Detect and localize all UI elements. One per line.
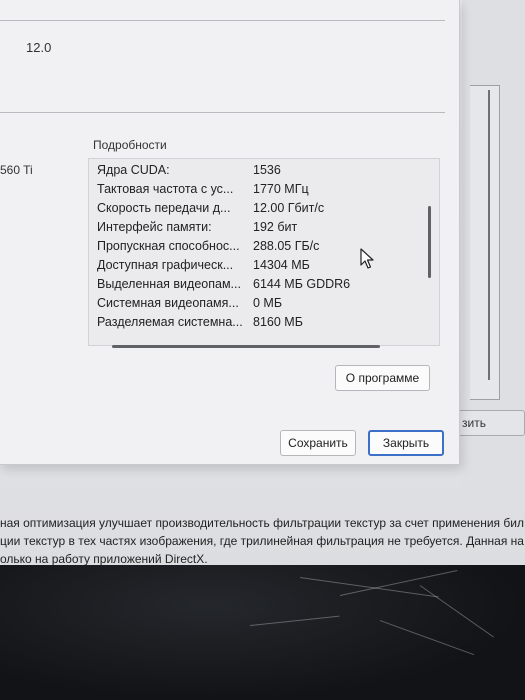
apply-button[interactable]: зить	[455, 410, 525, 436]
description-line: ции текстур в тех частях изображения, гд…	[0, 534, 524, 548]
details-label: Пропускная способнос...	[97, 239, 240, 253]
details-value: 0 МБ	[253, 296, 283, 310]
details-list[interactable]: Ядра CUDA: 1536 Тактовая частота с ус...…	[88, 158, 440, 346]
close-button[interactable]: Закрыть	[368, 430, 444, 456]
feature-description: ная оптимизация улучшает производительно…	[0, 514, 525, 568]
details-value: 1770 МГц	[253, 182, 309, 196]
details-horizontal-scrollbar[interactable]	[112, 345, 380, 348]
details-value: 288.05 ГБ/с	[253, 239, 320, 253]
about-button[interactable]: О программе	[335, 365, 430, 391]
details-value: 6144 МБ GDDR6	[253, 277, 351, 291]
details-label: Доступная графическ...	[97, 258, 234, 272]
reflection-streak	[299, 577, 439, 598]
details-header: Подробности	[93, 138, 167, 152]
details-value: 192 бит	[253, 220, 298, 234]
details-value: 8160 МБ	[253, 315, 303, 329]
separator-top	[0, 20, 445, 21]
details-label: Интерфейс памяти:	[97, 220, 212, 234]
details-label: Выделенная видеопам...	[97, 277, 241, 291]
save-button[interactable]: Сохранить	[280, 430, 356, 456]
mouse-cursor-icon	[360, 248, 374, 269]
details-label: Скорость передачи д...	[97, 201, 231, 215]
details-value: 12.00 Гбит/с	[253, 201, 325, 215]
background-scrollbar-thumb[interactable]	[488, 90, 490, 380]
reflection-streak	[249, 615, 340, 626]
separator-middle	[0, 112, 445, 113]
details-value: 1536	[253, 163, 281, 177]
details-label: Тактовая частота с ус...	[97, 182, 234, 196]
details-label: Ядра CUDA:	[97, 163, 170, 177]
system-info-dialog: 12.0 560 Ti Подробности Ядра CUDA: 1536 …	[0, 0, 460, 465]
reflection-streak	[339, 570, 458, 596]
details-vertical-scrollbar[interactable]	[428, 206, 431, 278]
laptop-bezel	[0, 565, 525, 700]
reflection-streak	[379, 620, 475, 656]
details-label: Разделяемая системна...	[97, 315, 243, 329]
version-value: 12.0	[26, 40, 52, 55]
background-list-box	[470, 85, 500, 400]
reflection-streak	[419, 585, 495, 638]
details-value: 14304 МБ	[253, 258, 310, 272]
gpu-name-fragment[interactable]: 560 Ti	[0, 163, 33, 177]
details-label: Системная видеопамя...	[97, 296, 239, 310]
description-line: ная оптимизация улучшает производительно…	[0, 516, 524, 530]
